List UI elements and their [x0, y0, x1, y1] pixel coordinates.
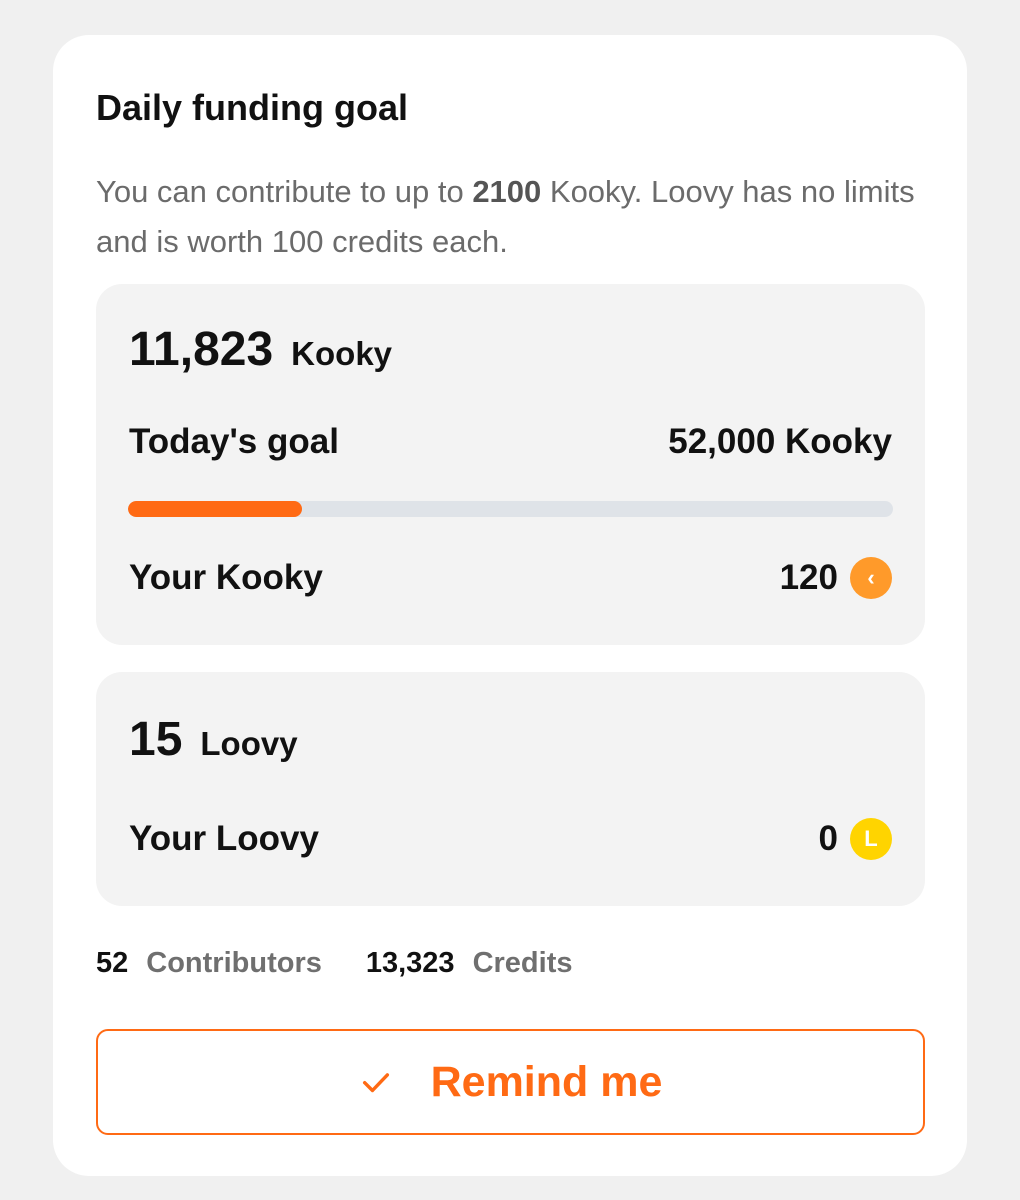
goal-progress-bar	[128, 501, 893, 517]
kooky-total: 11,823	[129, 323, 274, 376]
kooky-panel: 11,823 Kooky Today's goal 52,000 Kooky Y…	[96, 284, 925, 645]
remind-me-button[interactable]: Remind me	[96, 1029, 925, 1135]
kooky-total-row: 11,823 Kooky	[129, 322, 392, 377]
contribution-stats: 52 Contributors 13,323 Credits	[96, 947, 572, 980]
your-kooky-label: Your Kooky	[129, 558, 323, 597]
description-limit-value: 2100	[472, 174, 542, 209]
credits-label: Credits	[472, 947, 573, 979]
remind-me-label: Remind me	[430, 1057, 663, 1106]
description-text-pre: You can contribute to up to	[96, 174, 473, 209]
card-description: You can contribute to up to 2100 Kooky. …	[96, 167, 926, 267]
loovy-coin-icon: L	[850, 818, 892, 860]
contributors-label: Contributors	[146, 947, 322, 979]
kooky-coin-icon: ‹	[850, 557, 892, 599]
card-title: Daily funding goal	[96, 87, 408, 128]
goal-row: Today's goal 52,000 Kooky	[129, 422, 892, 462]
your-kooky-value: 120	[779, 558, 838, 597]
goal-label: Today's goal	[129, 422, 339, 461]
funding-goal-card: Daily funding goal You can contribute to…	[53, 35, 967, 1176]
your-loovy-row: Your Loovy 0 L	[129, 818, 892, 860]
contributors-count: 52	[96, 947, 129, 979]
credits-count: 13,323	[365, 947, 455, 979]
your-kooky-value-wrap: 120 ‹	[780, 557, 892, 599]
your-loovy-label: Your Loovy	[129, 819, 319, 858]
your-kooky-row: Your Kooky 120 ‹	[129, 557, 892, 599]
kooky-unit: Kooky	[291, 335, 393, 372]
loovy-unit: Loovy	[200, 725, 298, 762]
your-loovy-value-wrap: 0 L	[819, 818, 892, 860]
check-icon	[362, 1073, 389, 1093]
loovy-total: 15	[129, 713, 183, 766]
loovy-total-row: 15 Loovy	[129, 712, 298, 767]
loovy-panel: 15 Loovy Your Loovy 0 L	[96, 672, 925, 906]
goal-progress-fill	[128, 501, 302, 517]
goal-value: 52,000 Kooky	[668, 422, 892, 461]
your-loovy-value: 0	[818, 819, 838, 858]
